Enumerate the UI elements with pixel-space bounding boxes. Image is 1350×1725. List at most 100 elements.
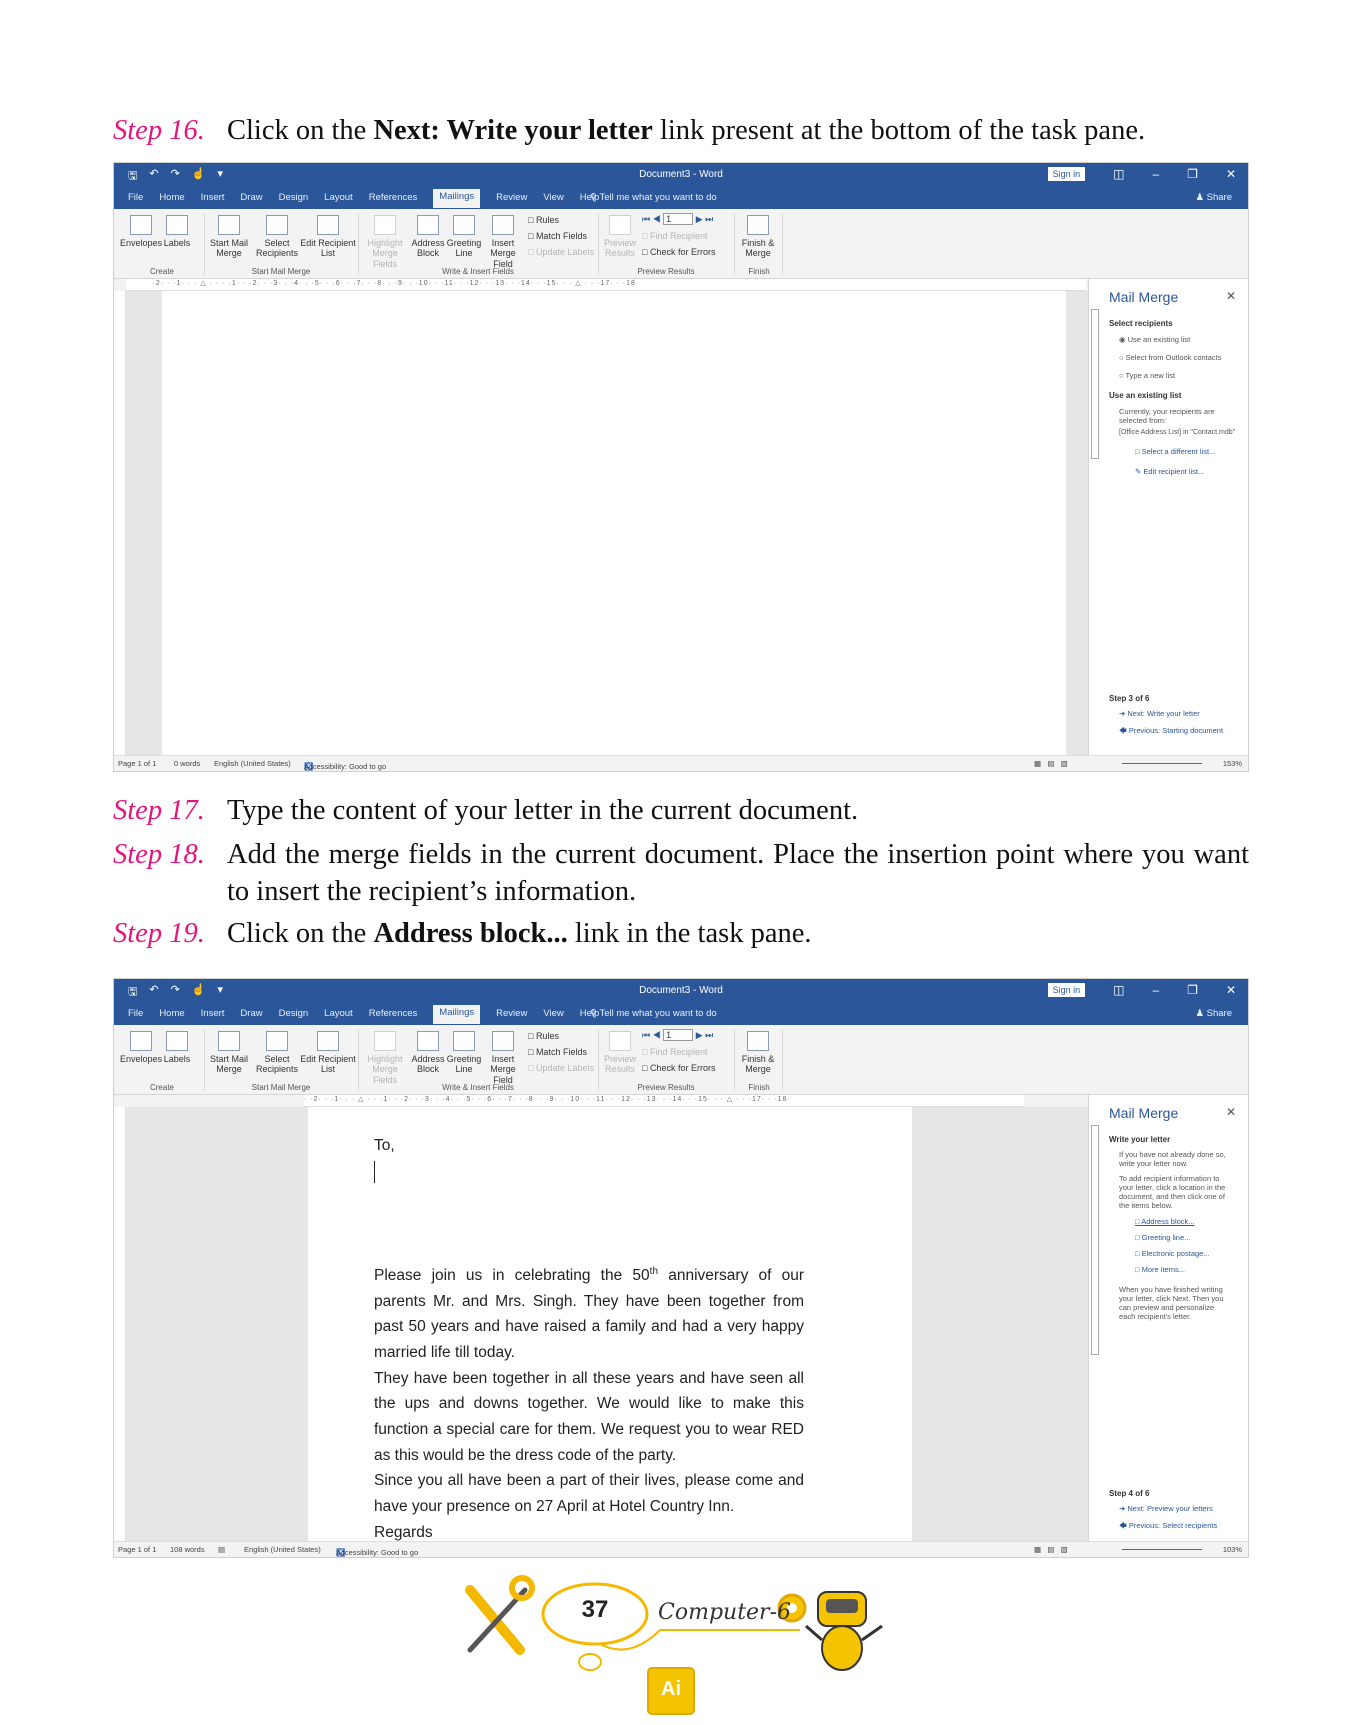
record-number-input[interactable]: 1 bbox=[663, 1029, 694, 1041]
close-icon[interactable]: ✕ bbox=[1226, 167, 1236, 181]
tab-home[interactable]: Home bbox=[159, 192, 184, 208]
restore-icon[interactable]: ❐ bbox=[1187, 167, 1198, 181]
address-block-button[interactable]: Address Block bbox=[410, 1031, 446, 1075]
tab-file[interactable]: File bbox=[128, 192, 143, 208]
horizontal-ruler[interactable]: · ·2· · ·1· · · △ · · ·1· · ·2· · ·3· · … bbox=[304, 1095, 1024, 1107]
first-record-icon[interactable]: ⏮ bbox=[642, 214, 650, 224]
preview-results-button[interactable]: Preview Results bbox=[602, 1031, 638, 1075]
tab-insert[interactable]: Insert bbox=[201, 1008, 225, 1024]
finish-merge-button[interactable]: Finish & Merge bbox=[736, 215, 780, 259]
tab-layout[interactable]: Layout bbox=[324, 192, 353, 208]
letter-body[interactable]: To, Please join us in celebrating the 50… bbox=[374, 1133, 804, 1557]
restore-icon[interactable]: ❐ bbox=[1187, 983, 1198, 997]
start-mail-merge-button[interactable]: Start Mail Merge bbox=[206, 1031, 252, 1075]
envelopes-button[interactable]: Envelopes bbox=[120, 1031, 162, 1064]
prev-record-icon[interactable]: ◀ bbox=[653, 1030, 661, 1040]
tab-review[interactable]: Review bbox=[496, 192, 527, 208]
edit-recipient-list-button[interactable]: Edit Recipient List bbox=[300, 215, 356, 259]
language[interactable]: English (United States) bbox=[244, 1545, 321, 1554]
record-navigator[interactable]: ⏮ ◀ 1 ▶ ⏭ bbox=[642, 1029, 713, 1041]
highlight-merge-fields-button[interactable]: Highlight Merge Fields bbox=[360, 215, 410, 269]
labels-button[interactable]: Labels bbox=[160, 215, 194, 248]
previous-starting-document-link[interactable]: 🡄 Previous: Starting document bbox=[1119, 725, 1223, 738]
page-count[interactable]: Page 1 of 1 bbox=[118, 1545, 156, 1554]
radio-new-list[interactable]: ○ Type a new list bbox=[1119, 371, 1175, 380]
tab-draw[interactable]: Draw bbox=[240, 1008, 262, 1024]
radio-outlook-contacts[interactable]: ○ Select from Outlook contacts bbox=[1119, 353, 1222, 362]
finish-merge-button[interactable]: Finish & Merge bbox=[736, 1031, 780, 1075]
close-icon[interactable]: ✕ bbox=[1226, 983, 1236, 997]
radio-existing-list[interactable]: ◉ Use an existing list bbox=[1119, 335, 1190, 344]
close-icon[interactable]: ✕ bbox=[1226, 289, 1236, 303]
language[interactable]: English (United States) bbox=[214, 759, 291, 768]
tab-references[interactable]: References bbox=[369, 1008, 418, 1024]
prev-record-icon[interactable]: ◀ bbox=[653, 214, 661, 224]
start-mail-merge-button[interactable]: Start Mail Merge bbox=[206, 215, 252, 259]
find-recipient-button[interactable]: □ Find Recipient bbox=[642, 231, 707, 241]
electronic-postage-link[interactable]: □ Electronic postage... bbox=[1135, 1249, 1210, 1258]
address-block-button[interactable]: Address Block bbox=[410, 215, 446, 259]
horizontal-ruler[interactable]: ·2· · ·1· · · △ · · · ·1· · ·2· · ·3· · … bbox=[126, 279, 1086, 291]
word-count[interactable]: 0 words bbox=[174, 759, 200, 768]
zoom-slider[interactable] bbox=[1122, 763, 1202, 764]
last-record-icon[interactable]: ⏭ bbox=[705, 1030, 713, 1040]
close-icon[interactable]: ✕ bbox=[1226, 1105, 1236, 1119]
insert-merge-field-button[interactable]: Insert Merge Field bbox=[482, 215, 524, 269]
rules-button[interactable]: □ Rules bbox=[528, 1031, 559, 1041]
last-record-icon[interactable]: ⏭ bbox=[705, 214, 713, 224]
tab-design[interactable]: Design bbox=[279, 192, 309, 208]
pane-scrollbar[interactable] bbox=[1091, 309, 1099, 459]
view-buttons[interactable]: ▦ ▤ ▧ bbox=[1034, 1545, 1068, 1554]
tab-mailings[interactable]: Mailings bbox=[433, 189, 481, 208]
ribbon-display-icon[interactable]: ◫ bbox=[1113, 983, 1124, 997]
labels-button[interactable]: Labels bbox=[160, 1031, 194, 1064]
zoom-slider[interactable] bbox=[1122, 1549, 1202, 1550]
match-fields-button[interactable]: □ Match Fields bbox=[528, 231, 587, 241]
record-navigator[interactable]: ⏮ ◀ 1 ▶ ⏭ bbox=[642, 213, 713, 225]
select-different-list-link[interactable]: □ Select a different list... bbox=[1135, 447, 1215, 456]
tell-me-search[interactable]: ⚲ Tell me what you want to do bbox=[590, 1008, 717, 1019]
next-record-icon[interactable]: ▶ bbox=[696, 1030, 703, 1040]
sign-in-button[interactable]: Sign in bbox=[1047, 983, 1086, 997]
word-count[interactable]: 108 words bbox=[170, 1545, 205, 1554]
minimize-icon[interactable]: – bbox=[1152, 983, 1159, 997]
tab-insert[interactable]: Insert bbox=[201, 192, 225, 208]
vertical-ruler[interactable] bbox=[114, 291, 126, 757]
greeting-line-link[interactable]: □ Greeting line... bbox=[1135, 1233, 1190, 1242]
highlight-merge-fields-button[interactable]: Highlight Merge Fields bbox=[360, 1031, 410, 1085]
view-buttons[interactable]: ▦ ▤ ▧ bbox=[1034, 759, 1068, 768]
tab-view[interactable]: View bbox=[543, 1008, 563, 1024]
envelopes-button[interactable]: Envelopes bbox=[120, 215, 162, 248]
tab-home[interactable]: Home bbox=[159, 1008, 184, 1024]
zoom-level[interactable]: 103% bbox=[1223, 1545, 1242, 1554]
next-record-icon[interactable]: ▶ bbox=[696, 214, 703, 224]
tab-layout[interactable]: Layout bbox=[324, 1008, 353, 1024]
document-page[interactable] bbox=[162, 291, 1066, 757]
minimize-icon[interactable]: – bbox=[1152, 167, 1159, 181]
tab-design[interactable]: Design bbox=[279, 1008, 309, 1024]
share-button[interactable]: ♟ Share bbox=[1195, 192, 1232, 203]
tab-review[interactable]: Review bbox=[496, 1008, 527, 1024]
tell-me-search[interactable]: ⚲ Tell me what you want to do bbox=[590, 192, 717, 203]
select-recipients-button[interactable]: Select Recipients bbox=[252, 215, 302, 259]
proofing-icon[interactable]: ▤ bbox=[218, 1545, 225, 1554]
tab-file[interactable]: File bbox=[128, 1008, 143, 1024]
insert-merge-field-button[interactable]: Insert Merge Field bbox=[482, 1031, 524, 1085]
tab-draw[interactable]: Draw bbox=[240, 192, 262, 208]
tab-mailings[interactable]: Mailings bbox=[433, 1005, 481, 1024]
document-page[interactable]: To, Please join us in celebrating the 50… bbox=[308, 1107, 912, 1557]
sign-in-button[interactable]: Sign in bbox=[1047, 167, 1086, 181]
rules-button[interactable]: □ Rules bbox=[528, 215, 559, 225]
check-for-errors-button[interactable]: □ Check for Errors bbox=[642, 247, 715, 257]
next-preview-letters-link[interactable]: ➜ Next: Preview your letters bbox=[1119, 1504, 1213, 1513]
check-for-errors-button[interactable]: □ Check for Errors bbox=[642, 1063, 715, 1073]
greeting-line-button[interactable]: Greeting Line bbox=[446, 215, 482, 259]
record-number-input[interactable]: 1 bbox=[663, 213, 694, 225]
update-labels-button[interactable]: □ Update Labels bbox=[528, 1063, 594, 1073]
share-button[interactable]: ♟ Share bbox=[1195, 1008, 1232, 1019]
tab-references[interactable]: References bbox=[369, 192, 418, 208]
preview-results-button[interactable]: Preview Results bbox=[602, 215, 638, 259]
edit-recipient-list-button[interactable]: Edit Recipient List bbox=[300, 1031, 356, 1075]
match-fields-button[interactable]: □ Match Fields bbox=[528, 1047, 587, 1057]
greeting-line-button[interactable]: Greeting Line bbox=[446, 1031, 482, 1075]
